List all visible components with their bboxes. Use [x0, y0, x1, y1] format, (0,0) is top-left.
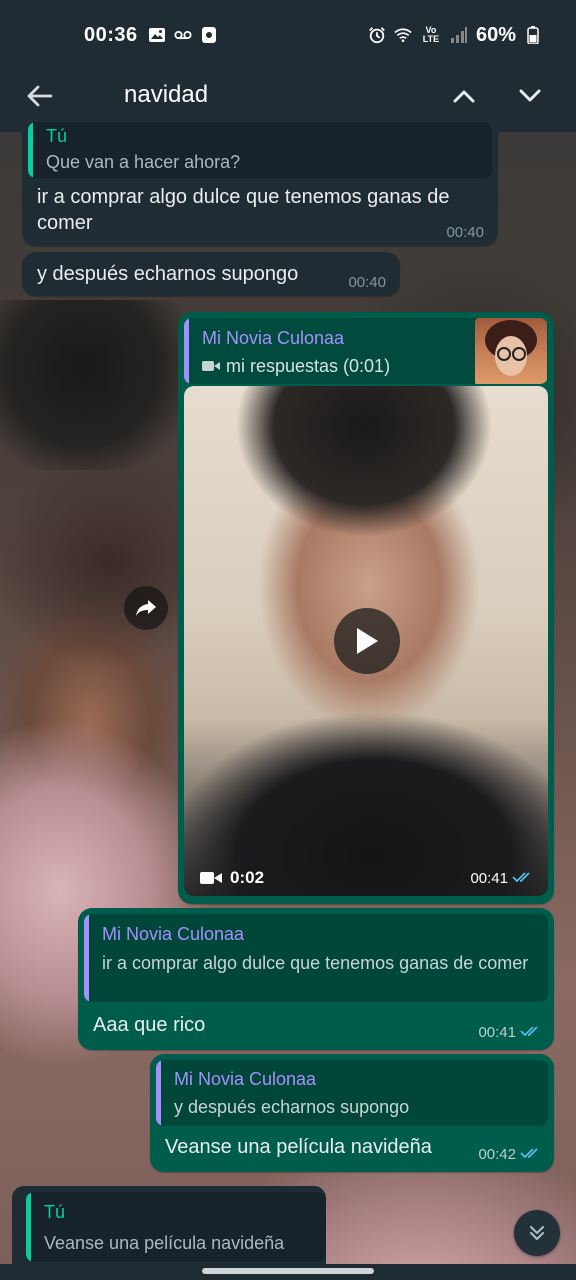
- quoted-message[interactable]: Mi Novia Culonaa y después echarnos supo…: [156, 1060, 548, 1126]
- quote-accent-bar: [28, 122, 33, 178]
- message-time: 00:40: [348, 274, 386, 291]
- message-bubble-outgoing[interactable]: Mi Novia Culonaa y después echarnos supo…: [150, 1054, 554, 1172]
- search-field: [112, 74, 430, 118]
- message-text: ir a comprar algo dulce que tenemos gana…: [37, 186, 450, 234]
- message-bubble-outgoing-video[interactable]: Mi Novia Culonaa mi respuestas (0:01) 0:…: [178, 312, 554, 904]
- system-nav-bar: [0, 1264, 576, 1280]
- gallery-icon: [148, 26, 166, 44]
- double-chevron-down-icon: [529, 1225, 545, 1241]
- battery-level: 60%: [475, 23, 516, 46]
- message-text: Aaa que rico: [93, 1014, 206, 1036]
- quote-thumbnail: [475, 318, 547, 384]
- quote-sender: Mi Novia Culonaa: [174, 1069, 317, 1089]
- alarm-icon: [368, 26, 386, 44]
- quoted-message[interactable]: Tú Que van a hacer ahora?: [28, 122, 492, 178]
- quote-accent-bar: [26, 1192, 31, 1262]
- quote-text: Veanse una película navideña: [44, 1233, 285, 1253]
- quote-sender: Mi Novia Culonaa: [202, 328, 345, 348]
- quote-sender: Mi Novia Culonaa: [102, 924, 245, 944]
- read-receipt-icon: [520, 1146, 542, 1163]
- quote-accent-bar: [84, 914, 89, 1002]
- back-arrow-icon[interactable]: [24, 80, 56, 112]
- read-receipt-icon: [520, 1024, 542, 1041]
- message-time: 00:41: [470, 870, 508, 887]
- chevron-up-icon[interactable]: [448, 80, 480, 112]
- volte-icon: Vo LTE: [422, 25, 440, 44]
- chevron-down-icon[interactable]: [514, 80, 546, 112]
- scroll-to-bottom-button[interactable]: [514, 1210, 560, 1256]
- video-camera-icon: [202, 361, 220, 371]
- reply-preview[interactable]: Tú Veanse una película navideña: [12, 1186, 326, 1264]
- battery-icon: [524, 26, 542, 44]
- quote-sender: Tú: [44, 1202, 66, 1222]
- quote-accent-bar: [184, 318, 189, 384]
- quote-sender: Tú: [46, 126, 68, 146]
- quoted-message[interactable]: Mi Novia Culonaa ir a comprar algo dulce…: [84, 914, 548, 1002]
- forward-button[interactable]: [124, 586, 168, 630]
- search-input[interactable]: [112, 74, 430, 116]
- quote-text: ir a comprar algo dulce que tenemos gana…: [102, 953, 529, 973]
- forward-icon: [136, 600, 156, 616]
- wifi-icon: [394, 26, 412, 44]
- message-text: Veanse una película navideña: [165, 1136, 432, 1158]
- play-button[interactable]: [334, 608, 400, 674]
- wallpaper-detail: [0, 300, 185, 470]
- message-text: y después echarnos supongo: [37, 263, 299, 285]
- video-preview[interactable]: 0:02 00:41: [184, 386, 548, 896]
- home-gesture-pill[interactable]: [202, 1268, 374, 1274]
- video-camera-icon: [200, 872, 222, 884]
- message-bubble-incoming[interactable]: y después echarnos supongo 00:40: [22, 252, 400, 296]
- quote-text: Que van a hacer ahora?: [46, 152, 241, 172]
- voicemail-icon: [174, 26, 192, 44]
- quote-text: mi respuestas (0:01): [226, 356, 391, 376]
- quoted-message[interactable]: Mi Novia Culonaa mi respuestas (0:01): [184, 318, 548, 384]
- quote-accent-bar: [156, 1060, 161, 1126]
- message-bubble-incoming[interactable]: Tú Que van a hacer ahora? ir a comprar a…: [22, 116, 498, 246]
- notification-icon: [200, 26, 218, 44]
- video-duration: 0:02: [230, 868, 265, 887]
- quote-text: y después echarnos supongo: [174, 1097, 410, 1117]
- status-time: 00:36: [84, 23, 138, 46]
- message-time: 00:42: [478, 1146, 516, 1163]
- status-bar: 00:36 Vo LTE 60%: [0, 0, 576, 70]
- play-icon: [357, 628, 378, 654]
- signal-icon: [450, 26, 468, 44]
- message-time: 00:41: [478, 1024, 516, 1041]
- read-receipt-icon: [512, 870, 534, 887]
- quoted-message[interactable]: Tú Veanse una película navideña: [26, 1192, 326, 1262]
- message-bubble-outgoing[interactable]: Mi Novia Culonaa ir a comprar algo dulce…: [78, 908, 554, 1050]
- message-time: 00:40: [446, 224, 484, 241]
